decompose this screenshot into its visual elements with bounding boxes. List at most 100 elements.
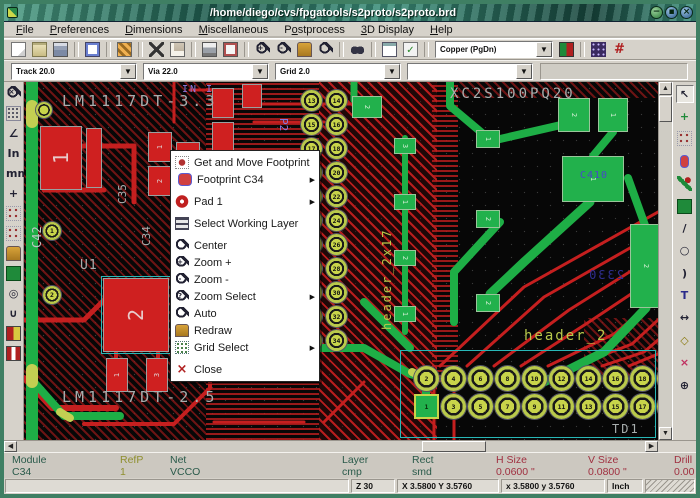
through-hole-pad[interactable]: 26 (326, 234, 347, 255)
smd-pad-green[interactable]: 2 (476, 210, 500, 228)
via-size-combo[interactable]: Via 22.0 ▼ (143, 63, 269, 80)
add-footprint-tool[interactable] (676, 152, 694, 170)
through-hole-pad[interactable]: 20 (326, 162, 347, 183)
dropdown-arrow-icon[interactable]: ▼ (516, 64, 532, 79)
track-display-toggle[interactable]: ∪ (5, 304, 23, 322)
resize-grip[interactable] (645, 479, 695, 493)
dropdown-arrow-icon[interactable]: ▼ (536, 42, 552, 57)
smd-pad-red[interactable] (242, 84, 262, 108)
smd-pad-red[interactable] (212, 122, 234, 152)
menu-postprocess[interactable]: Postprocess (276, 23, 353, 37)
through-hole-pad[interactable]: 32 (326, 306, 347, 327)
context-item-center[interactable]: Center (171, 237, 319, 254)
save-board-button[interactable] (51, 41, 70, 59)
clearance-combo[interactable]: ▼ (407, 63, 533, 80)
through-hole-pad[interactable]: 28 (326, 258, 347, 279)
smd-pad-green[interactable]: 2 (394, 250, 416, 266)
polar-coords-toggle[interactable]: ∠ (5, 124, 23, 142)
via-display-toggle[interactable]: ◎ (5, 284, 23, 302)
context-item-grid-select[interactable]: Grid Select▶ (171, 339, 319, 356)
scroll-right-icon[interactable]: ▶ (645, 441, 658, 452)
context-item-close[interactable]: ×Close (171, 361, 319, 378)
context-item-footprint-c34[interactable]: Footprint C34▶ (171, 171, 319, 188)
cursor-shape-toggle[interactable]: + (5, 184, 23, 202)
units-inch-toggle[interactable]: In (5, 144, 23, 162)
maximize-button[interactable]: ▪ (665, 6, 678, 19)
contrast-display-toggle[interactable] (5, 324, 23, 342)
menu-help[interactable]: Help (422, 23, 461, 37)
drc-off-toggle[interactable]: × (5, 84, 23, 102)
ratsnest-button[interactable] (589, 41, 608, 59)
highlight-net-tool[interactable]: + (676, 108, 694, 126)
cut-button[interactable] (147, 41, 166, 59)
dropdown-arrow-icon[interactable]: ▼ (384, 64, 400, 79)
add-circle-tool[interactable]: ○ (676, 242, 694, 260)
smd-pad-red[interactable]: 1 (40, 126, 82, 190)
local-ratsnest-tool[interactable] (676, 130, 694, 148)
delete-tool[interactable]: × (676, 354, 694, 372)
print-button[interactable] (200, 41, 219, 59)
through-hole-pad[interactable]: 18 (326, 138, 347, 159)
smd-pad-green[interactable]: 3 (394, 138, 416, 154)
smd-pad-green[interactable]: 1 (476, 130, 500, 148)
through-hole-pad[interactable]: 14 (326, 90, 347, 111)
close-button[interactable]: × (680, 6, 693, 19)
track-width-combo[interactable]: Track 20.0 ▼ (11, 63, 137, 80)
pcb-canvas[interactable]: Get and Move FootprintFootprint C34▶ Pad … (24, 82, 658, 440)
zoom-out-button[interactable]: - (274, 41, 293, 59)
smd-pad-red[interactable]: 2 (148, 166, 172, 196)
context-item-get-and-move-footprint[interactable]: Get and Move Footprint (171, 154, 319, 171)
smd-pad-red[interactable]: 3 (146, 358, 168, 392)
add-arc-tool[interactable]: ) (676, 264, 694, 282)
horizontal-scroll-track[interactable] (17, 441, 645, 452)
dropdown-arrow-icon[interactable]: ▼ (120, 64, 136, 79)
through-hole-pad[interactable]: 15 (301, 114, 322, 135)
menu-file[interactable]: File (8, 23, 42, 37)
title-bar[interactable]: /home/diego/cvs/fpgatools/s2proto/s2prot… (4, 4, 696, 22)
menu-3d-display[interactable]: 3D Display (353, 23, 422, 37)
smd-pad-green[interactable]: 1 (598, 98, 628, 132)
new-board-button[interactable] (9, 41, 28, 59)
through-hole-pad[interactable]: 34 (326, 330, 347, 351)
vertical-scrollbar[interactable]: ▲ ▼ (658, 82, 672, 440)
add-zone-tool[interactable] (676, 197, 694, 215)
smd-pad-green[interactable]: 2 (476, 294, 500, 312)
layer-offset-tool[interactable]: ⊕ (676, 376, 694, 394)
vertical-scroll-track[interactable] (659, 122, 672, 427)
grid-size-combo[interactable]: Grid 2.0 ▼ (275, 63, 401, 80)
add-target-tool[interactable]: ◇ (676, 331, 694, 349)
context-item-pad-1[interactable]: Pad 1▶ (171, 193, 319, 210)
scroll-down-icon[interactable]: ▼ (659, 427, 672, 440)
smd-pad-red[interactable] (86, 128, 102, 188)
through-hole-pad[interactable] (36, 102, 52, 118)
zoom-fit-button[interactable] (316, 41, 335, 59)
find-button[interactable] (348, 41, 367, 59)
add-line-tool[interactable]: / (676, 219, 694, 237)
drc-button[interactable]: ✓ (401, 41, 420, 59)
plot-button[interactable] (221, 41, 240, 59)
through-hole-pad[interactable]: 24 (326, 210, 347, 231)
layer-color-button[interactable] (557, 41, 576, 59)
through-hole-pad[interactable]: 16 (326, 114, 347, 135)
horizontal-scrollbar[interactable]: ◀ ▶ (4, 440, 658, 452)
horizontal-scroll-thumb[interactable] (422, 441, 486, 452)
smd-pad-green[interactable]: 2 (630, 224, 658, 308)
context-item-zoom[interactable]: +Zoom + (171, 254, 319, 271)
show-zones-toggle[interactable] (5, 264, 23, 282)
through-hole-pad[interactable]: 30 (326, 282, 347, 303)
netlist-button[interactable] (380, 41, 399, 59)
module-editor-button[interactable] (115, 41, 134, 59)
add-dimension-tool[interactable]: ↔ (676, 309, 694, 327)
units-mm-toggle[interactable]: mm (5, 164, 23, 182)
smd-pad-red[interactable]: 1 (148, 132, 172, 162)
window-menu-icon[interactable] (7, 7, 18, 18)
pads-sketch-toggle[interactable] (5, 344, 23, 362)
smd-pad-green[interactable]: 2 (558, 98, 590, 132)
add-text-tool[interactable]: T (676, 287, 694, 305)
scroll-up-icon[interactable]: ▲ (659, 82, 672, 95)
context-item-auto[interactable]: Auto (171, 305, 319, 322)
grid-toggle[interactable] (5, 104, 23, 122)
dropdown-arrow-icon[interactable]: ▼ (252, 64, 268, 79)
layer-select-combo[interactable]: Copper (PgDn)▼ (435, 41, 553, 58)
through-hole-pad[interactable]: 22 (326, 186, 347, 207)
